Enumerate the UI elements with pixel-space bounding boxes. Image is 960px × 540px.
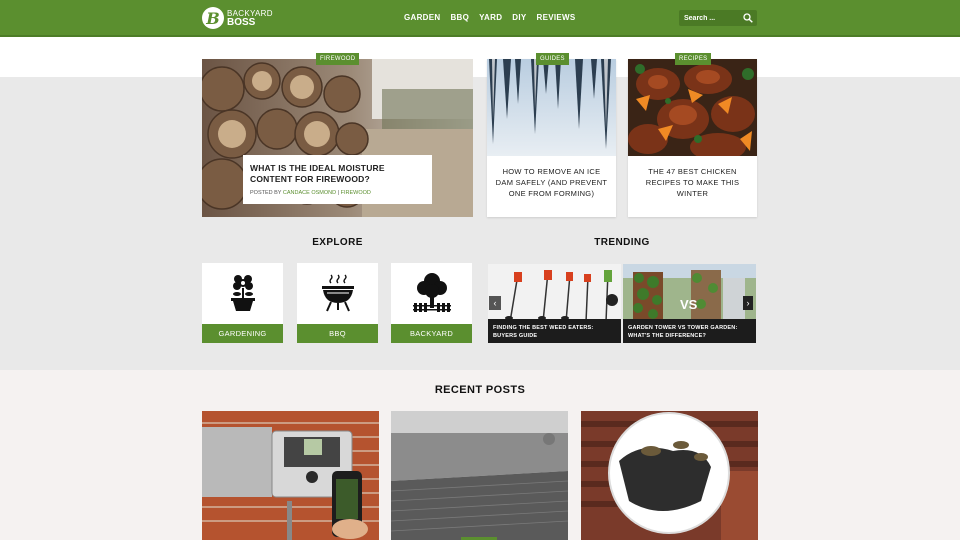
recent-post-gutter-leaves[interactable] (581, 411, 758, 540)
card-image (487, 59, 616, 156)
gutter-leaves-photo (581, 411, 758, 540)
vs-label: VS (680, 297, 698, 312)
explore-heading: EXPLORE (312, 237, 363, 248)
nav-yard[interactable]: YARD (479, 13, 502, 22)
carousel-next-button[interactable]: › (743, 296, 753, 310)
featured-background-band (0, 77, 960, 370)
search-icon[interactable] (743, 13, 753, 23)
featured-post-caption: WHAT IS THE IDEAL MOISTURE CONTENT FOR F… (243, 155, 432, 204)
nav-reviews[interactable]: REVIEWS (537, 13, 576, 22)
chicken-photo (628, 59, 757, 156)
meta-separator: | (337, 190, 340, 196)
featured-card-chicken-recipes[interactable]: THE 47 BEST CHICKEN RECIPES TO MAKE THIS… (628, 59, 757, 217)
card-title: THE 47 BEST CHICKEN RECIPES TO MAKE THIS… (645, 167, 740, 198)
category-tag[interactable]: GUIDES (536, 53, 569, 65)
featured-card-ice-dam[interactable]: HOW TO REMOVE AN ICE DAM SAFELY (AND PRE… (487, 59, 616, 217)
top-navigation-bar: B BACKYARD BOSS GARDEN BBQ YARD DIY REVI… (0, 0, 960, 37)
explore-label: BACKYARD (391, 324, 472, 343)
irrigation-controller-photo (202, 411, 379, 540)
grill-icon (322, 274, 354, 312)
card-image (628, 59, 757, 156)
logo-mark: B (202, 7, 224, 29)
nav-garden[interactable]: GARDEN (404, 13, 440, 22)
explore-label: GARDENING (202, 324, 283, 343)
tree-fence-icon (413, 273, 451, 312)
category-link[interactable]: FIREWOOD (341, 190, 371, 196)
carousel-prev-button[interactable]: ‹ (489, 296, 501, 310)
trending-item-garden-tower[interactable]: VS GARDEN TOWER VS TOWER GARDEN: WHAT'S … (623, 264, 756, 343)
nav-bbq[interactable]: BBQ (450, 13, 469, 22)
explore-backyard[interactable]: BACKYARD (391, 263, 472, 343)
posted-by-label: POSTED BY (250, 190, 282, 196)
explore-label: BBQ (297, 324, 378, 343)
explore-gardening[interactable]: GARDENING (202, 263, 283, 343)
featured-post-title[interactable]: WHAT IS THE IDEAL MOISTURE CONTENT FOR F… (250, 163, 425, 185)
category-tag[interactable]: FIREWOOD (316, 53, 360, 65)
explore-bbq[interactable]: BBQ (297, 263, 378, 343)
trending-heading: TRENDING (594, 237, 650, 248)
search-box (679, 10, 757, 26)
trending-item-weed-eaters[interactable]: FINDING THE BEST WEED EATERS: BUYERS GUI… (488, 264, 621, 343)
trending-caption: GARDEN TOWER VS TOWER GARDEN: WHAT'S THE… (623, 319, 756, 343)
featured-post-meta: POSTED BY CANDACE OSMOND | FIREWOOD (250, 190, 425, 196)
recent-posts-heading: RECENT POSTS (434, 384, 526, 396)
author-link[interactable]: CANDACE OSMOND (283, 190, 336, 196)
recent-post-gutter-guard[interactable] (391, 411, 568, 540)
recent-post-irrigation-controller[interactable] (202, 411, 379, 540)
main-nav: GARDEN BBQ YARD DIY REVIEWS (404, 13, 576, 22)
card-title: HOW TO REMOVE AN ICE DAM SAFELY (AND PRE… (495, 167, 608, 198)
nav-diy[interactable]: DIY (512, 13, 526, 22)
site-logo[interactable]: B BACKYARD BOSS (202, 7, 273, 29)
search-input[interactable] (679, 14, 739, 22)
category-tag[interactable]: RECIPES (675, 53, 712, 65)
flower-pot-icon (231, 275, 255, 311)
trending-caption: FINDING THE BEST WEED EATERS: BUYERS GUI… (488, 319, 621, 343)
gutter-guard-photo (391, 411, 568, 540)
logo-line-2: BOSS (227, 17, 256, 28)
icicles-photo (487, 59, 616, 156)
